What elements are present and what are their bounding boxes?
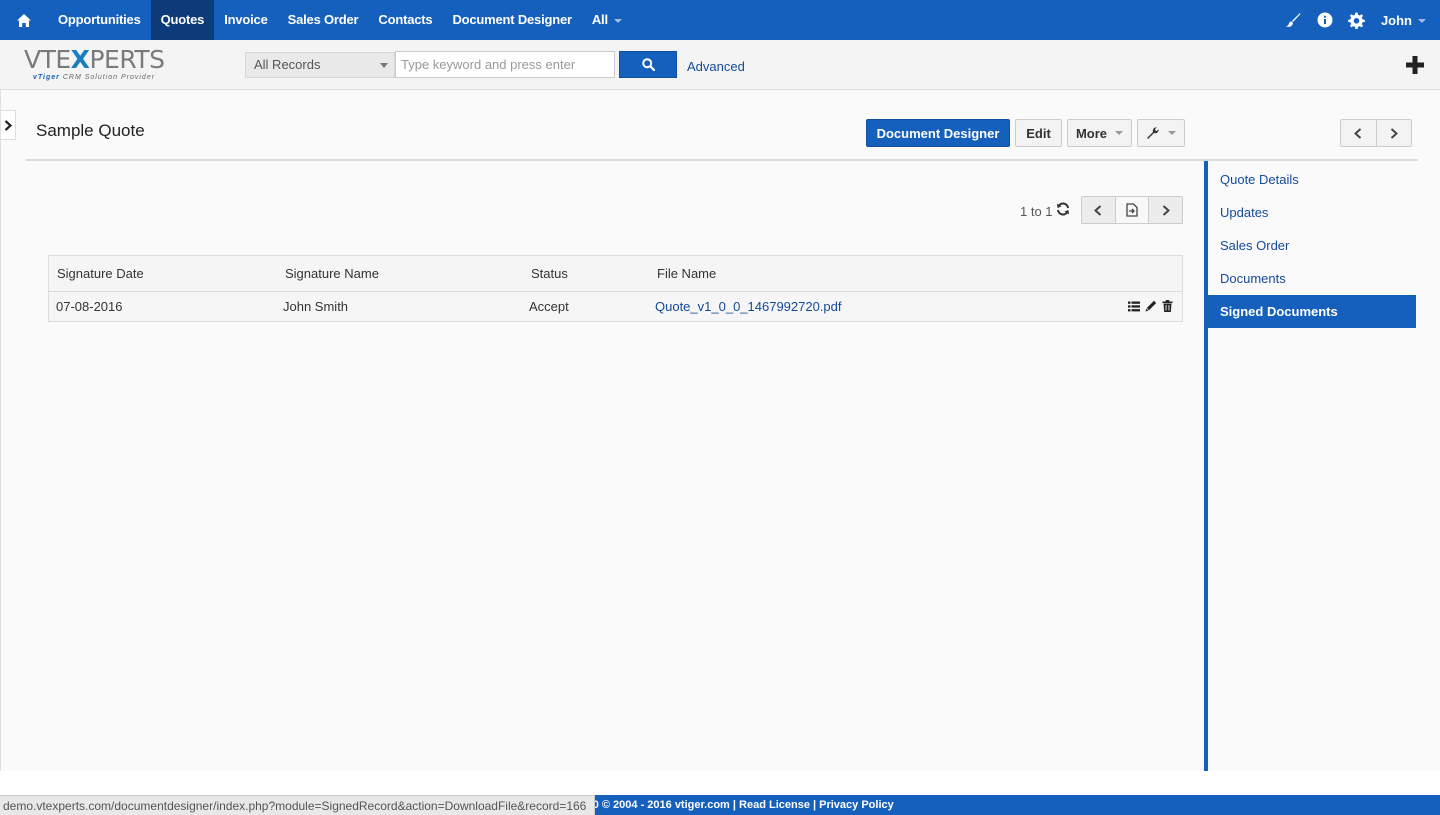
edit-button[interactable]: Edit <box>1015 119 1062 147</box>
info-icon[interactable] <box>1309 0 1341 40</box>
user-name: John <box>1380 12 1412 28</box>
nav-quotes[interactable]: Quotes <box>150 0 215 40</box>
home-icon[interactable] <box>0 0 48 40</box>
related-list-panel: Quote Details Updates Sales Order Docume… <box>1204 161 1418 771</box>
nav-sales-order[interactable]: Sales Order <box>278 0 369 40</box>
search-icon <box>641 58 655 71</box>
chevron-right-icon <box>1162 204 1170 216</box>
user-menu[interactable]: John <box>1373 13 1440 28</box>
pager-previous-button[interactable] <box>1082 197 1116 223</box>
page-jump-button[interactable] <box>1115 197 1150 223</box>
document-designer-button[interactable]: Document Designer <box>866 119 1010 147</box>
record-filter-select[interactable]: All Records <box>245 52 395 78</box>
chevron-right-icon <box>1390 127 1398 139</box>
sidebar-toggle[interactable] <box>1 110 16 140</box>
gear-icon[interactable] <box>1341 0 1373 40</box>
cell-status: Accept <box>529 299 569 314</box>
top-nav-right: John <box>1277 0 1440 40</box>
paintbrush-icon[interactable] <box>1277 0 1309 40</box>
page-jump-icon <box>1126 203 1138 217</box>
cell-signature-date: 07-08-2016 <box>56 299 123 314</box>
vtexperts-logo[interactable]: VTEXPERTS vTiger CRM Solution Provider <box>24 46 184 86</box>
table-header: Signature Date Signature Name Status Fil… <box>49 256 1182 292</box>
related-item-quote-details[interactable]: Quote Details <box>1208 163 1418 196</box>
chevron-down-icon <box>380 63 388 68</box>
logo-tagline: vTiger CRM Solution Provider <box>33 74 156 81</box>
header-file-name[interactable]: File Name <box>657 256 716 291</box>
nav-opportunities[interactable]: Opportunities <box>48 0 151 40</box>
pager-range: 1 to 1 <box>1020 204 1053 219</box>
nav-all-label: All <box>591 12 608 27</box>
search-input[interactable] <box>395 51 615 78</box>
refresh-icon[interactable] <box>1056 202 1072 218</box>
nav-document-designer[interactable]: Document Designer <box>442 0 581 40</box>
wrench-icon <box>1147 127 1159 139</box>
browser-status-url: demo.vtexperts.com/documentdesigner/inde… <box>0 795 595 815</box>
pager-next-button[interactable] <box>1149 197 1182 223</box>
row-actions <box>1127 299 1174 313</box>
chevron-down-icon <box>613 18 622 23</box>
record-nav-group <box>1340 119 1412 147</box>
quick-create-plus-icon[interactable] <box>1404 54 1426 76</box>
signed-documents-table: Signature Date Signature Name Status Fil… <box>48 255 1183 322</box>
related-item-sales-order[interactable]: Sales Order <box>1208 229 1418 262</box>
trash-delete-icon[interactable] <box>1161 299 1174 313</box>
related-item-documents[interactable]: Documents <box>1208 262 1418 295</box>
nav-invoice[interactable]: Invoice <box>214 0 277 40</box>
main-content: Sample Quote Document Designer Edit More… <box>0 90 1440 771</box>
header-status[interactable]: Status <box>531 256 568 291</box>
next-record-button[interactable] <box>1377 120 1412 146</box>
chevron-down-icon <box>1418 19 1426 24</box>
chevron-down-icon <box>1168 131 1176 135</box>
pencil-edit-icon[interactable] <box>1144 299 1157 313</box>
more-button[interactable]: More <box>1067 119 1132 147</box>
header-signature-name[interactable]: Signature Name <box>285 256 379 291</box>
previous-record-button[interactable] <box>1341 120 1377 146</box>
record-filter-value: All Records <box>254 57 321 72</box>
logo-wordmark: VTEXPERTS <box>24 45 165 74</box>
footer-text: CRM 6.4.0 © 2004 - 2016 vtiger.com | Rea… <box>546 799 894 811</box>
header-bar: VTEXPERTS vTiger CRM Solution Provider A… <box>0 40 1440 90</box>
cell-signature-name: John Smith <box>283 299 349 314</box>
settings-wrench-button[interactable] <box>1137 119 1185 147</box>
more-label: More <box>1075 125 1108 141</box>
related-item-signed-documents[interactable]: Signed Documents <box>1208 295 1416 328</box>
header-signature-date[interactable]: Signature Date <box>57 256 144 291</box>
search-button[interactable] <box>619 51 677 78</box>
pager-controls <box>1081 196 1183 224</box>
page-title: Sample Quote <box>36 121 145 140</box>
related-item-updates[interactable]: Updates <box>1208 196 1418 229</box>
top-nav: Opportunities Quotes Invoice Sales Order… <box>0 0 1440 40</box>
table-row[interactable]: 07-08-2016 John Smith Accept Quote_v1_0_… <box>49 292 1182 321</box>
chevron-down-icon <box>1115 131 1124 135</box>
chevron-right-icon <box>4 119 12 131</box>
cell-file-name-link[interactable]: Quote_v1_0_0_1467992720.pdf <box>655 292 842 321</box>
nav-all-menu[interactable]: All <box>582 0 632 40</box>
list-details-icon[interactable] <box>1127 299 1140 313</box>
chevron-left-icon <box>1094 204 1102 216</box>
chevron-left-icon <box>1354 127 1362 139</box>
advanced-search-link[interactable]: Advanced <box>687 59 745 74</box>
nav-contacts[interactable]: Contacts <box>368 0 442 40</box>
